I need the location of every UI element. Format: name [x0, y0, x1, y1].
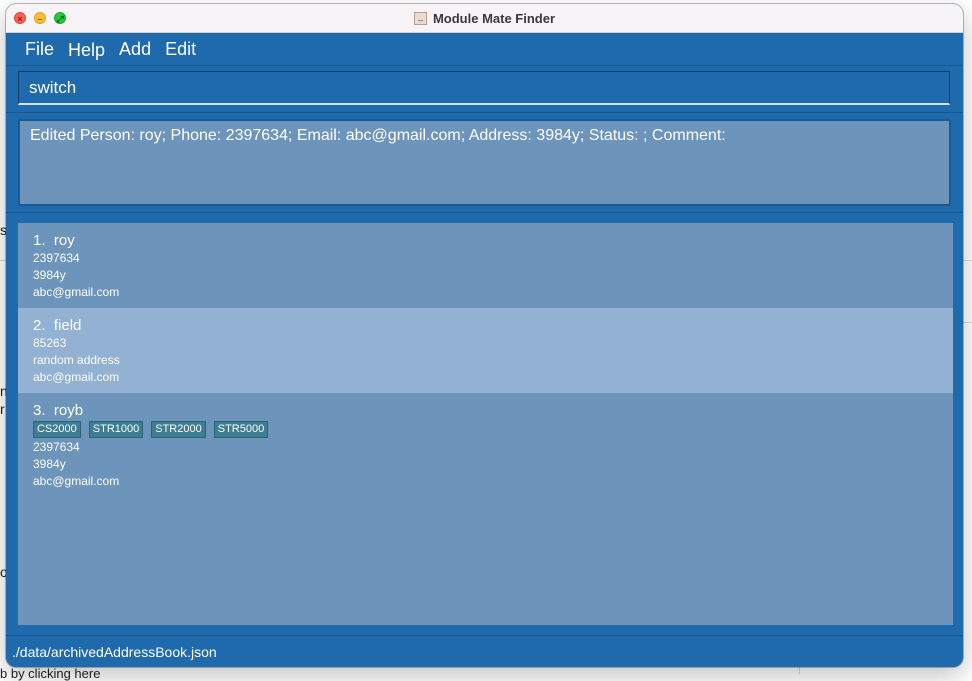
menu-edit[interactable]: Edit: [158, 39, 203, 60]
result-message: Edited Person: roy; Phone: 2397634; Emai…: [30, 127, 726, 144]
save-location-path: ./data/archivedAddressBook.json: [12, 644, 217, 660]
person-address: 3984y: [33, 268, 66, 282]
background-divider: [963, 322, 972, 323]
app-window: × – ⤢ Module Mate Finder File Help Add E…: [6, 4, 963, 667]
person-list[interactable]: 1. roy 2397634 3984y abc@gmail.com 2. fi…: [18, 223, 953, 625]
person-card-selected[interactable]: 2. field 85263 random address abc@gmail.…: [18, 308, 953, 393]
person-email: abc@gmail.com: [33, 474, 120, 488]
menu-bar: File Help Add Edit: [6, 33, 963, 66]
person-address: random address: [33, 353, 120, 367]
person-name: roy: [53, 232, 75, 249]
person-name: field: [53, 317, 82, 334]
status-bar: ./data/archivedAddressBook.json: [6, 635, 963, 667]
tag-badge: STR1000: [88, 421, 144, 438]
person-name-line: 3. royb: [33, 401, 938, 420]
tag-badge: CS2000: [33, 421, 81, 438]
background-divider: [963, 260, 972, 261]
person-phone: 2397634: [33, 251, 80, 265]
person-address: 3984y: [33, 457, 66, 471]
result-display: Edited Person: roy; Phone: 2397634; Emai…: [18, 119, 951, 206]
person-index: 1.: [33, 232, 46, 249]
background-text-fragment: r: [0, 401, 5, 417]
tag-badge: STR5000: [213, 421, 269, 438]
person-name-line: 2. field: [33, 316, 938, 335]
tag-badge: STR2000: [151, 421, 206, 438]
background-divider: [799, 667, 800, 674]
section-divider: [6, 212, 963, 213]
person-tags: CS2000 STR1000 STR2000 STR5000: [33, 421, 938, 438]
command-input[interactable]: [19, 72, 949, 103]
title-bar[interactable]: × – ⤢ Module Mate Finder: [6, 4, 963, 33]
person-email: abc@gmail.com: [33, 370, 120, 384]
window-title-group: Module Mate Finder: [6, 4, 963, 32]
menu-help[interactable]: Help: [61, 40, 112, 61]
menu-file[interactable]: File: [18, 39, 61, 60]
person-card[interactable]: 1. roy 2397634 3984y abc@gmail.com: [18, 223, 953, 308]
person-index: 2.: [33, 317, 46, 334]
person-name: royb: [53, 402, 84, 419]
command-box: [18, 71, 950, 105]
section-divider: [6, 112, 963, 113]
app-document-icon: [413, 11, 427, 25]
person-card[interactable]: 3. royb CS2000 STR1000 STR2000 STR5000 2…: [18, 393, 953, 625]
person-phone: 85263: [33, 336, 67, 350]
person-email: abc@gmail.com: [33, 285, 120, 299]
person-name-line: 1. roy: [33, 231, 938, 250]
person-index: 3.: [33, 402, 46, 419]
menu-add[interactable]: Add: [112, 39, 158, 60]
person-phone: 2397634: [33, 440, 80, 454]
window-title: Module Mate Finder: [432, 10, 556, 26]
